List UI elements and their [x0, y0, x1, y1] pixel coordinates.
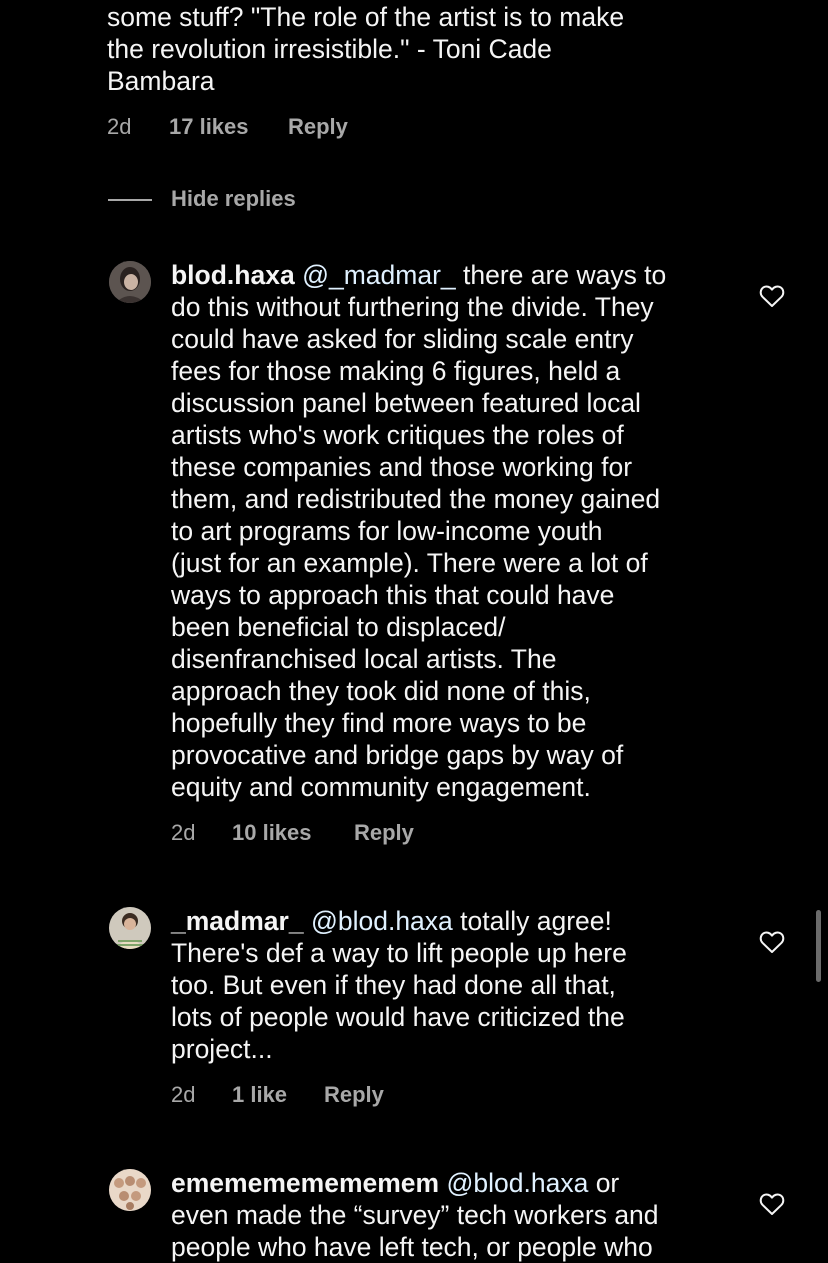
- reply-button[interactable]: Reply: [354, 820, 414, 846]
- comment-line: too. But even if they had done all that,: [171, 970, 616, 1000]
- username[interactable]: blod.haxa: [171, 260, 295, 290]
- comment-line: approach they took did none of this,: [171, 676, 591, 706]
- like-button[interactable]: [759, 930, 785, 954]
- avatar-photo-icon: [109, 261, 151, 303]
- reply-text: blod.haxa @_madmar_ there are ways to do…: [171, 259, 666, 803]
- likes-count[interactable]: 1 like: [232, 1082, 287, 1108]
- comment-time: 2d: [171, 820, 196, 845]
- comment-line: these companies and those working for: [171, 452, 633, 482]
- comment-line: provocative and bridge gaps by way of: [171, 740, 624, 770]
- comment-line: artists who's work critiques the roles o…: [171, 420, 624, 450]
- comment-time: 2d: [171, 1082, 196, 1107]
- comment-line: them, and redistributed the money gained: [171, 484, 661, 514]
- likes-count[interactable]: 17 likes: [169, 114, 249, 140]
- mention-link[interactable]: @blod.haxa: [446, 1168, 588, 1198]
- comment-line: project...: [171, 1034, 273, 1064]
- comment-line: been beneficial to displaced/: [171, 612, 506, 642]
- username[interactable]: ememememememem: [171, 1168, 439, 1198]
- avatar-photo-icon: [109, 1169, 151, 1211]
- comment-line: discussion panel between featured local: [171, 388, 641, 418]
- comment-line: people who have left tech, or people who: [171, 1232, 653, 1262]
- comment-time: 2d: [107, 114, 132, 139]
- comment-text: or: [588, 1168, 620, 1198]
- comment-line: There's def a way to lift people up here: [171, 938, 627, 968]
- comment-line: lots of people would have criticized the: [171, 1002, 625, 1032]
- comment-line: Bambara: [107, 66, 215, 96]
- avatar[interactable]: [109, 907, 151, 949]
- mention-link[interactable]: @_madmar_: [302, 260, 456, 290]
- mention-link[interactable]: @blod.haxa: [311, 906, 453, 936]
- reply-text: _madmar_ @blod.haxa totally agree! There…: [171, 905, 627, 1065]
- comment-line: hopefully they find more ways to be: [171, 708, 587, 738]
- comment-line: ways to approach this that could have: [171, 580, 615, 610]
- comment-line: fees for those making 6 figures, held a: [171, 356, 621, 386]
- comment-line: some stuff? "The role of the artist is t…: [107, 2, 625, 32]
- reply-button[interactable]: Reply: [324, 1082, 384, 1108]
- comment-line: the revolution irresistible." - Toni Cad…: [107, 34, 552, 64]
- comment-line: equity and community engagement.: [171, 772, 591, 802]
- avatar[interactable]: [109, 1169, 151, 1211]
- avatar[interactable]: [109, 261, 151, 303]
- divider-line: [108, 199, 152, 201]
- like-button[interactable]: [759, 284, 785, 308]
- comment-line: do this without furthering the divide. T…: [171, 292, 654, 322]
- comment-text: totally agree!: [452, 906, 612, 936]
- comment-line: disenfranchised local artists. The: [171, 644, 557, 674]
- comment-line: even made the “survey” tech workers and: [171, 1200, 659, 1230]
- comment-line: (just for an example). There were a lot …: [171, 548, 648, 578]
- heart-outline-icon: [759, 931, 785, 953]
- scrollbar[interactable]: [816, 910, 821, 982]
- avatar-photo-icon: [109, 907, 151, 949]
- comment-line: to art programs for low-income youth: [171, 516, 603, 546]
- likes-count[interactable]: 10 likes: [232, 820, 312, 846]
- hide-replies-label: Hide replies: [171, 186, 296, 211]
- reply-button[interactable]: Reply: [288, 114, 348, 140]
- heart-outline-icon: [759, 285, 785, 307]
- comment-line: could have asked for sliding scale entry: [171, 324, 634, 354]
- heart-outline-icon: [759, 1193, 785, 1215]
- username[interactable]: _madmar_: [171, 906, 304, 936]
- like-button[interactable]: [759, 1192, 785, 1216]
- reply-text: ememememememem @blod.haxa or even made t…: [171, 1167, 659, 1263]
- top-comment-text: some stuff? "The role of the artist is t…: [107, 1, 624, 97]
- comment-text: there are ways to: [455, 260, 667, 290]
